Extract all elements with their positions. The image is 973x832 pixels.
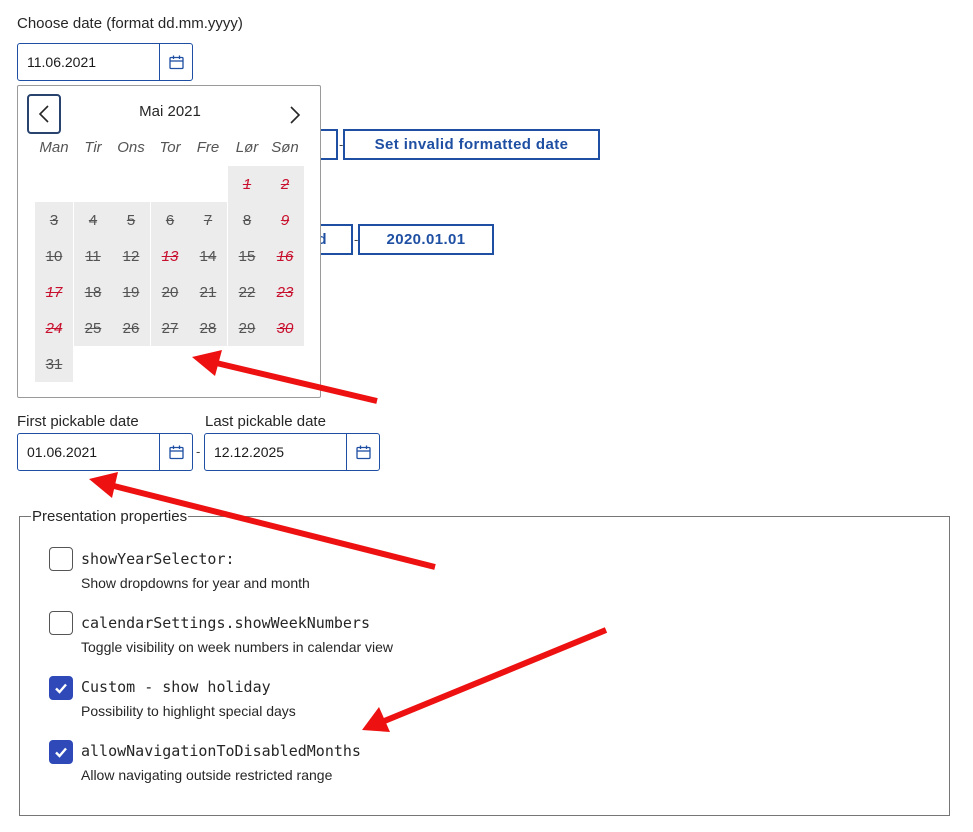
annotation-arrow-checkbox <box>362 627 608 732</box>
annotation-arrows <box>89 350 608 732</box>
annotation-arrow-first-date <box>89 472 436 570</box>
annotation-arrow-calendar <box>192 350 378 404</box>
